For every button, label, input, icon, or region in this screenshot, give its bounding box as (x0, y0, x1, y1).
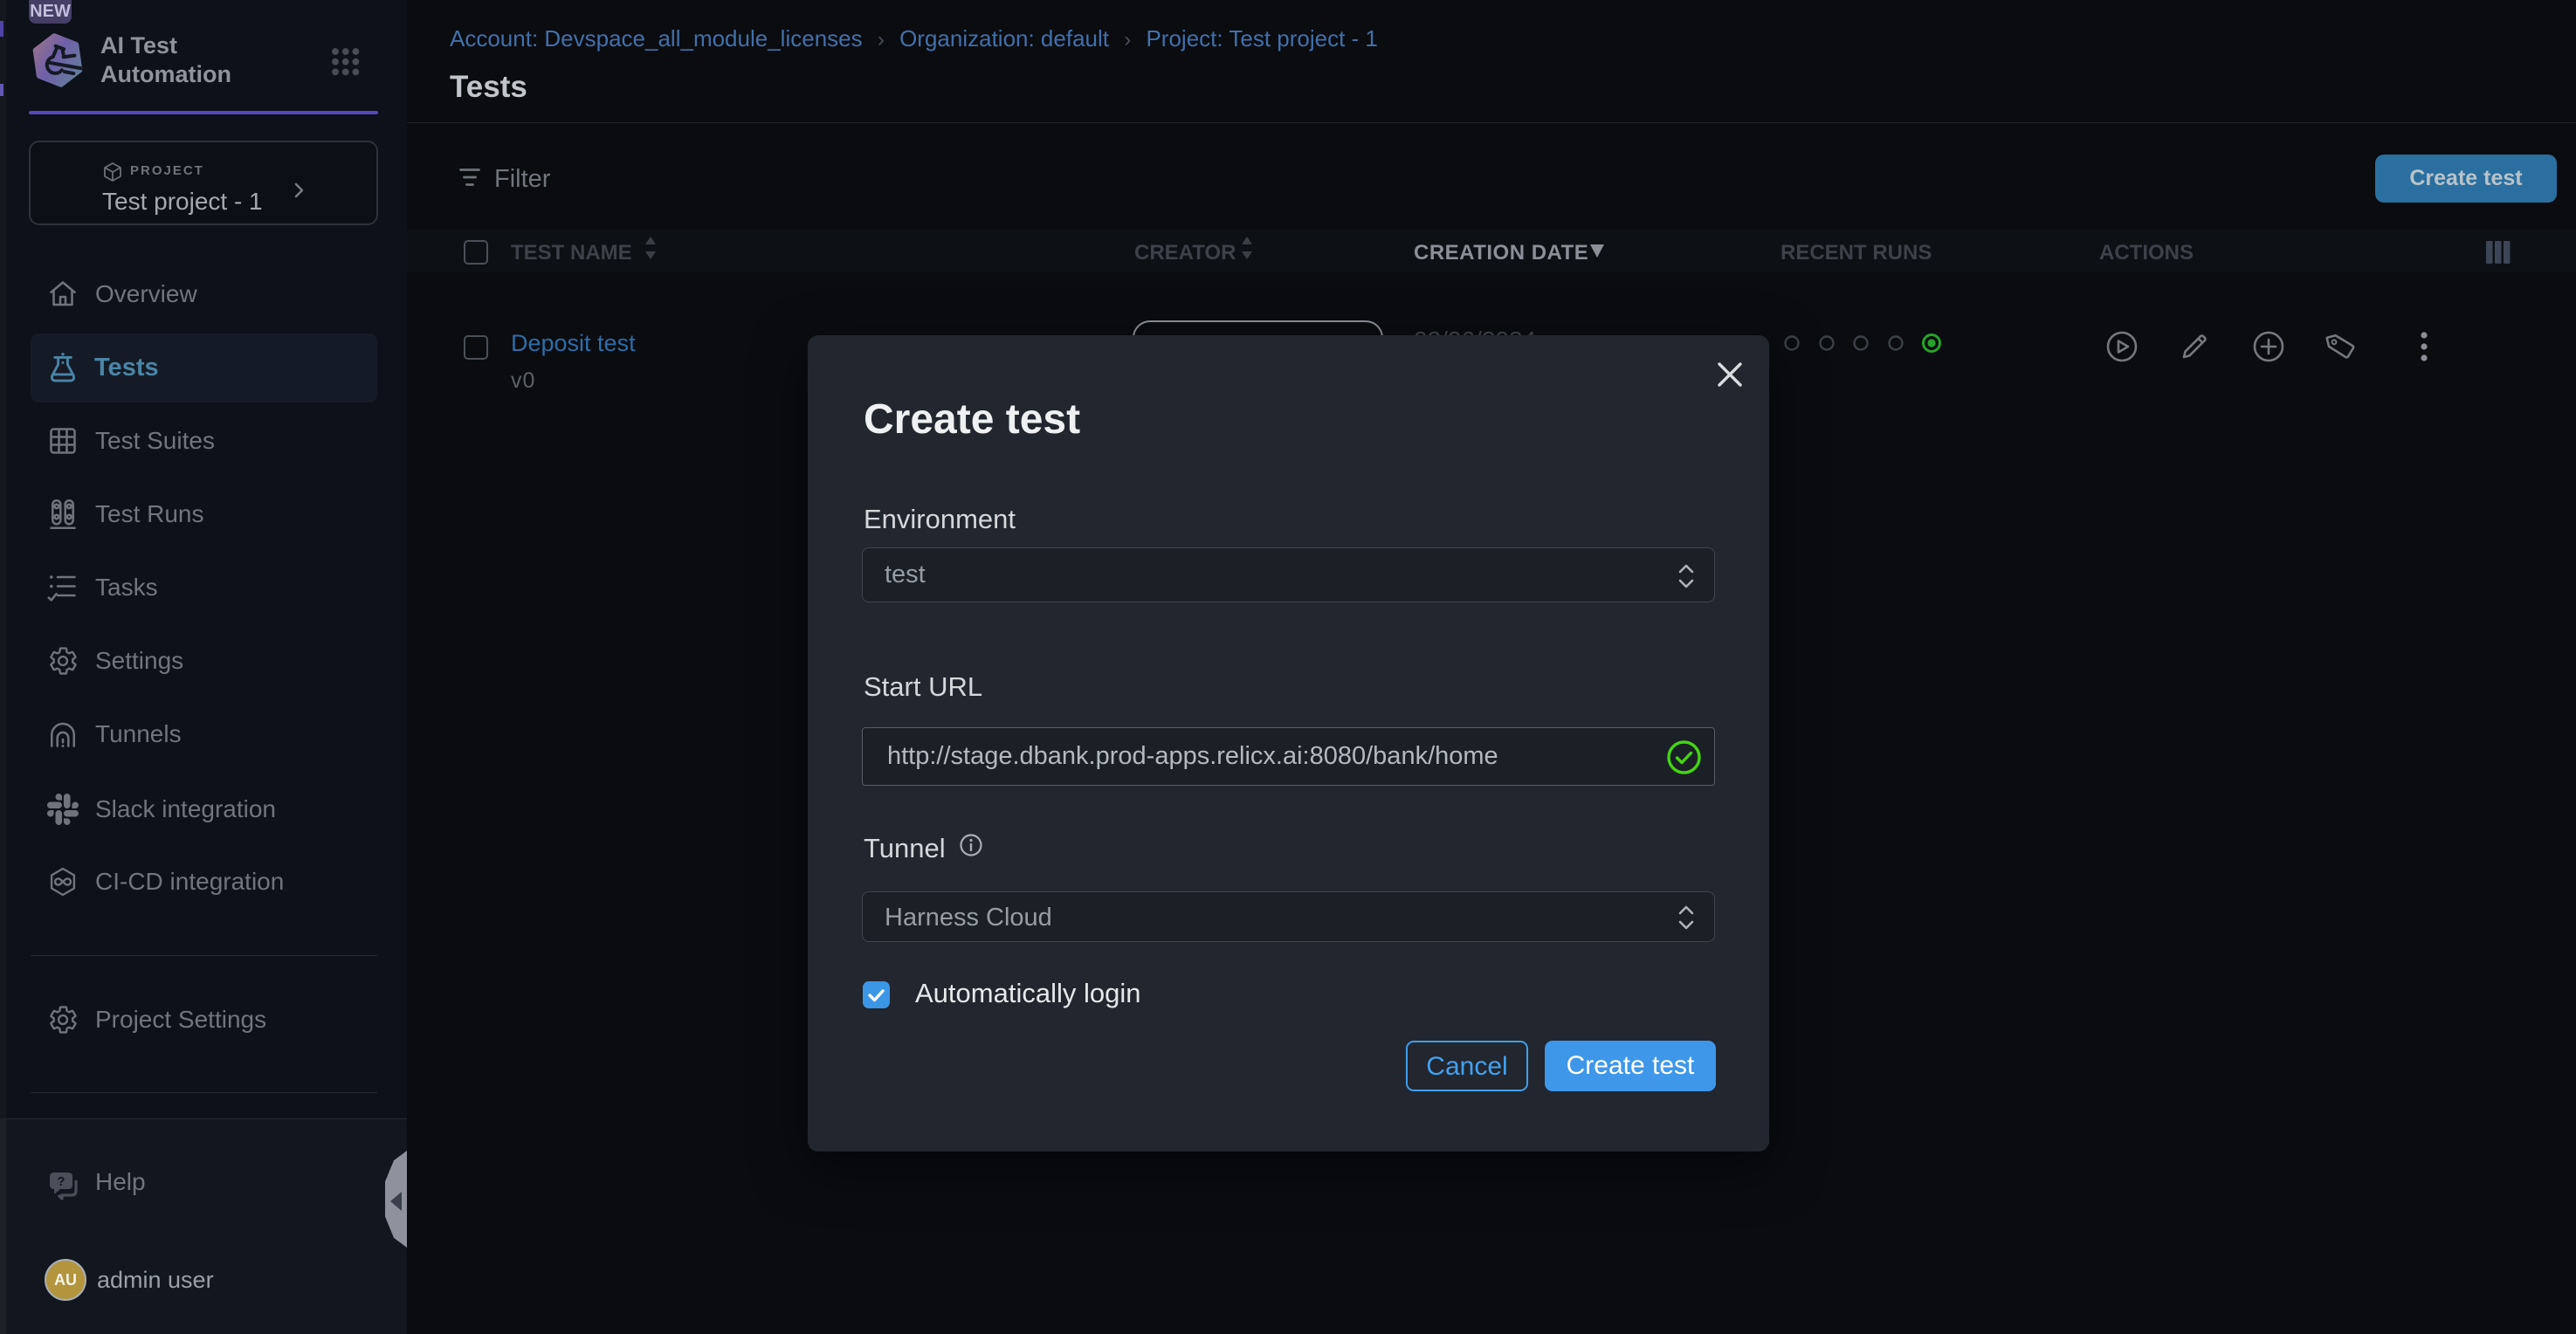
svg-text:?: ? (57, 1174, 65, 1189)
